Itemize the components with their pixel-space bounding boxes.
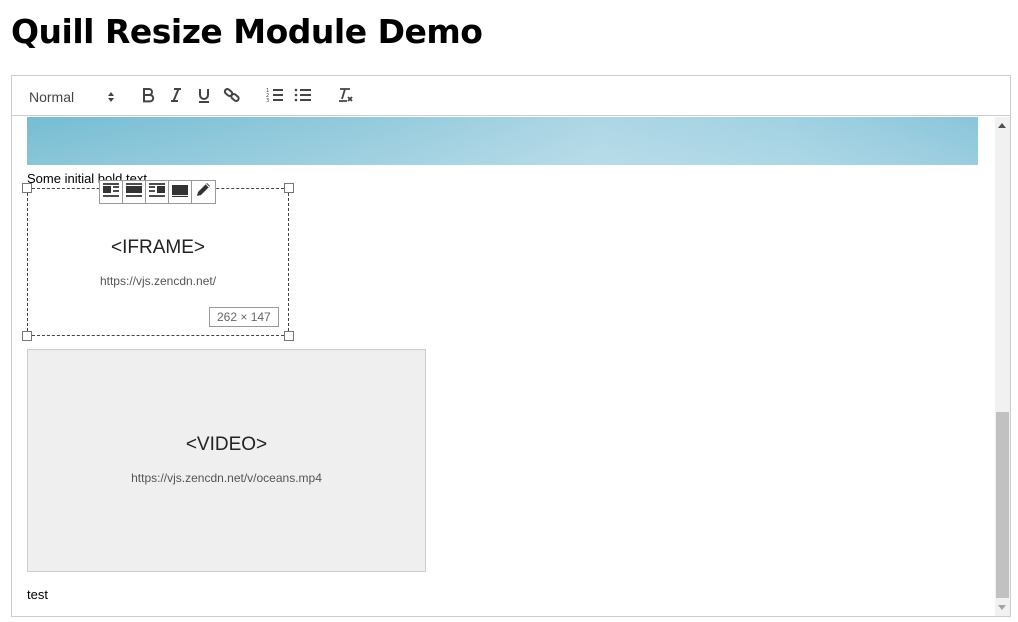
scroll-down-icon[interactable] bbox=[998, 605, 1006, 610]
page-title: Quill Resize Module Demo bbox=[11, 12, 483, 51]
bullet-list-button[interactable] bbox=[292, 86, 314, 108]
scroll-up-icon[interactable] bbox=[998, 123, 1006, 128]
clean-formatting-button[interactable] bbox=[336, 86, 356, 108]
align-right-button[interactable] bbox=[146, 181, 169, 203]
link-button[interactable] bbox=[221, 86, 243, 108]
underline-button[interactable] bbox=[194, 86, 214, 108]
header-select-value: Normal bbox=[29, 89, 75, 105]
align-center-button[interactable] bbox=[123, 181, 146, 203]
bold-icon bbox=[141, 87, 155, 108]
link-icon bbox=[223, 87, 241, 108]
underline-icon bbox=[197, 87, 211, 108]
edit-pencil-icon bbox=[195, 182, 213, 203]
resize-handle-top-right[interactable] bbox=[284, 183, 294, 193]
select-arrows-icon bbox=[107, 91, 115, 103]
align-left-button[interactable] bbox=[100, 181, 123, 203]
resize-overlay: 262 × 147 bbox=[22, 180, 294, 341]
ordered-list-button[interactable]: 123 bbox=[264, 86, 286, 108]
editor-toolbar: Normal 123 bbox=[12, 76, 1010, 116]
video-url: https://vjs.zencdn.net/v/oceans.mp4 bbox=[131, 471, 322, 485]
quill-editor: Normal 123 Some initial bold text <IFRAM… bbox=[11, 75, 1011, 617]
vertical-scrollbar[interactable] bbox=[995, 117, 1010, 616]
video-embed[interactable]: <VIDEO> https://vjs.zencdn.net/v/oceans.… bbox=[27, 349, 426, 572]
test-paragraph[interactable]: test bbox=[27, 587, 48, 602]
edit-button[interactable] bbox=[192, 181, 215, 203]
align-left-icon bbox=[102, 182, 120, 202]
clean-formatting-icon bbox=[338, 87, 354, 108]
align-right-icon bbox=[148, 182, 166, 202]
header-format-select[interactable]: Normal bbox=[29, 86, 115, 108]
resize-handle-top-left[interactable] bbox=[22, 183, 32, 193]
align-toolbar bbox=[99, 180, 216, 204]
resize-handle-bottom-right[interactable] bbox=[284, 331, 294, 341]
align-full-button[interactable] bbox=[169, 181, 192, 203]
ordered-list-icon: 123 bbox=[266, 87, 284, 108]
ocean-image[interactable] bbox=[27, 117, 978, 165]
italic-icon bbox=[169, 87, 183, 108]
size-label: 262 × 147 bbox=[209, 307, 279, 327]
video-tag-label: <VIDEO> bbox=[185, 434, 268, 455]
bullet-list-icon bbox=[294, 87, 312, 108]
resize-handle-bottom-left[interactable] bbox=[22, 331, 32, 341]
align-center-icon bbox=[125, 182, 143, 202]
italic-button[interactable] bbox=[166, 86, 186, 108]
editor-content[interactable]: Some initial bold text <IFRAME> https://… bbox=[12, 117, 995, 616]
align-full-icon bbox=[171, 183, 189, 202]
bold-button[interactable] bbox=[138, 86, 158, 108]
scroll-thumb[interactable] bbox=[996, 412, 1009, 598]
svg-text:3: 3 bbox=[266, 98, 269, 103]
